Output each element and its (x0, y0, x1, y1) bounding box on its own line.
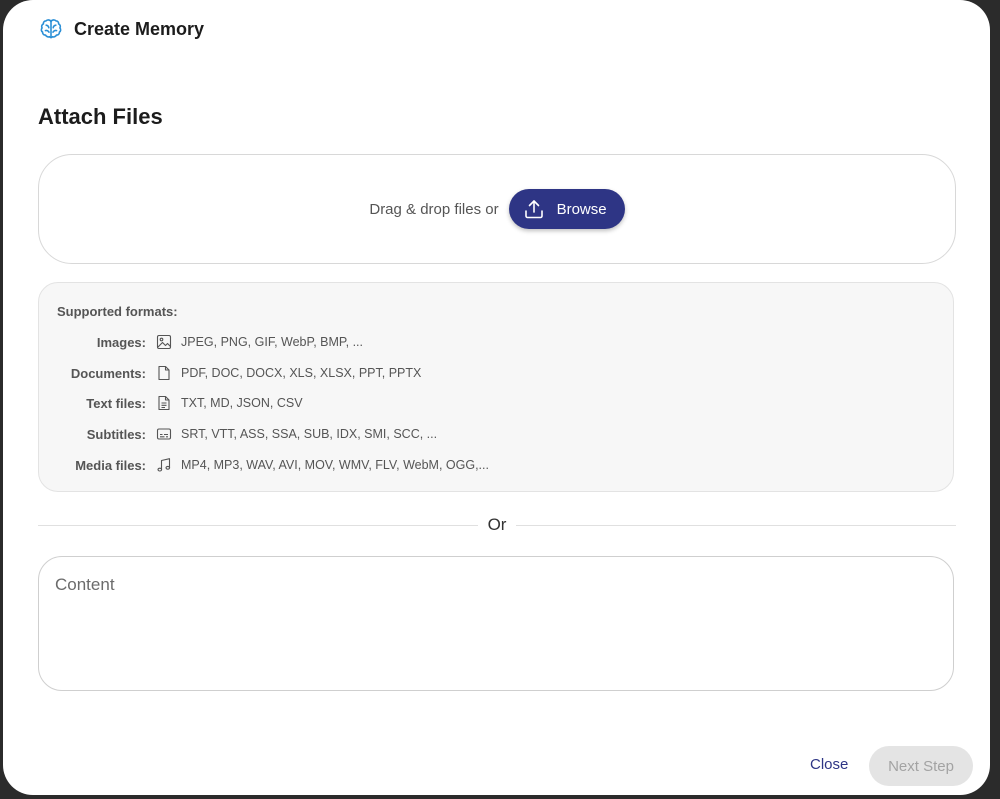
format-list: TXT, MD, JSON, CSV (181, 396, 303, 410)
supported-formats-panel: Supported formats: Images: JPEG, PNG, GI… (38, 282, 954, 492)
format-label: Text files: (86, 395, 146, 411)
dialog-title: Create Memory (74, 18, 205, 39)
attach-files-heading: Attach Files (38, 104, 163, 129)
format-list: PDF, DOC, DOCX, XLS, XLSX, PPT, PPTX (181, 366, 422, 380)
divider-line (516, 524, 957, 526)
format-row-text-files: Text files: TXT, MD, JSON, CSV (39, 393, 303, 413)
drop-instructions: Drag & drop files or (369, 200, 499, 218)
format-list: MP4, MP3, WAV, AVI, MOV, WMV, FLV, WebM,… (181, 458, 489, 472)
supported-formats-heading: Supported formats: (57, 304, 178, 319)
subtitles-icon (156, 428, 172, 440)
or-label: Or (487, 515, 507, 534)
format-list: SRT, VTT, ASS, SSA, SUB, IDX, SMI, SCC, … (181, 427, 438, 441)
format-row-media-files: Media files: MP4, MP3, WAV, AVI, MOV, WM… (39, 455, 489, 475)
music-note-icon (157, 458, 171, 472)
image-icon (156, 334, 172, 350)
format-row-images: Images: JPEG, PNG, GIF, WebP, BMP, ... (39, 332, 363, 352)
or-divider: Or (38, 514, 957, 536)
upload-icon (524, 200, 543, 219)
dialog-header: Create Memory (38, 15, 204, 43)
format-label: Documents: (70, 365, 146, 381)
format-label: Images: (96, 334, 146, 350)
text-file-icon (158, 395, 170, 411)
file-dropzone[interactable]: Drag & drop files or Browse (38, 154, 956, 264)
brain-icon (40, 19, 62, 39)
format-label: Media files: (75, 457, 146, 473)
format-row-subtitles: Subtitles: SRT, VTT, ASS, SSA, SUB, IDX,… (39, 424, 437, 444)
document-icon (158, 365, 170, 381)
format-row-documents: Documents: PDF, DOC, DOCX, XLS, XLSX, PP… (39, 363, 421, 383)
content-textarea[interactable] (53, 573, 937, 677)
create-memory-dialog: Create Memory Attach Files Drag & drop f… (3, 0, 990, 795)
browse-button[interactable]: Browse (508, 189, 625, 229)
format-list: JPEG, PNG, GIF, WebP, BMP, ... (181, 335, 364, 349)
close-button[interactable]: Close (810, 756, 848, 773)
format-label: Subtitles: (86, 426, 146, 442)
next-step-button[interactable]: Next Step (869, 746, 973, 786)
divider-line (38, 524, 478, 526)
content-field-container (38, 556, 954, 691)
browse-label: Browse (556, 200, 607, 218)
